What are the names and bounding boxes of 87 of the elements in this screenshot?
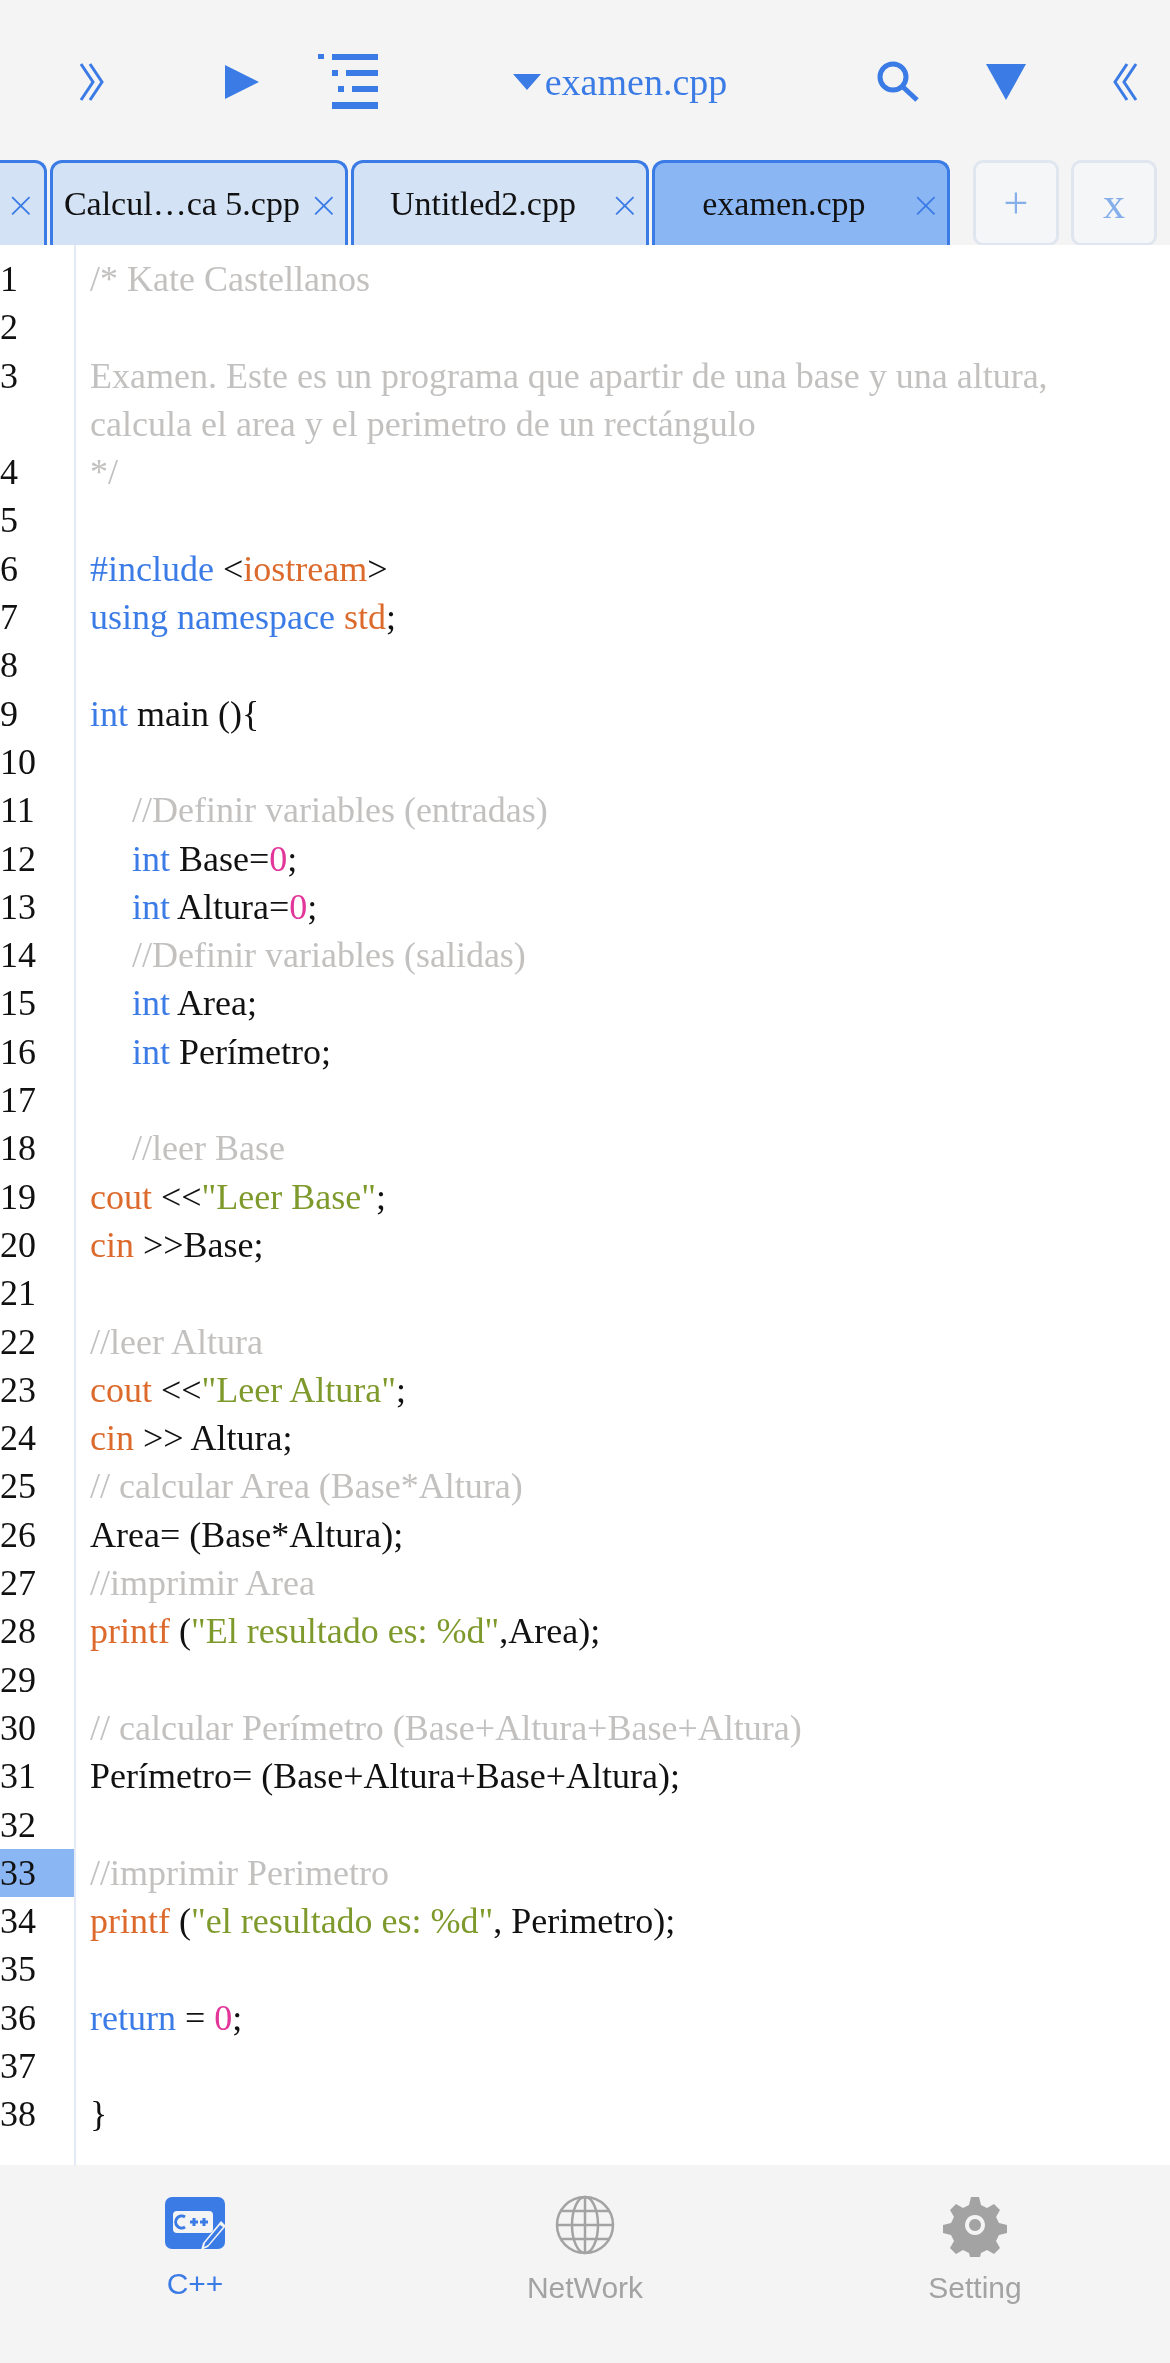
line-number: 14 [0, 934, 37, 978]
code-line: Perímetro= (Base+Altura+Base+Altura); [89, 1755, 682, 1799]
code-line: //Definir variables (salidas) [131, 934, 527, 978]
code-line: // calcular Area (Base*Altura) [89, 1465, 524, 1509]
line-number: 17 [0, 1079, 37, 1123]
nav-tab[interactable]: C++ [0, 2193, 390, 2301]
file-tab[interactable]: examen.cpp × [652, 160, 950, 245]
line-number: 34 [0, 1900, 37, 1944]
line-number: 5 [0, 499, 19, 543]
line-number: 15 [0, 982, 37, 1026]
line-number: 9 [0, 692, 19, 736]
search-icon [876, 60, 920, 104]
code-line: } [89, 2093, 109, 2137]
line-number: 30 [0, 1706, 37, 1750]
code-line: /* Kate Castellanos [89, 258, 371, 301]
file-title[interactable]: examen.cpp [470, 60, 770, 104]
line-number: 6 [0, 547, 19, 591]
line-number: 22 [0, 1320, 37, 1364]
line-number: 31 [0, 1755, 37, 1799]
code-line: //leer Altura [89, 1320, 264, 1364]
line-number: 23 [0, 1368, 37, 1412]
file-tab[interactable]: Calcul…ca 5.cpp × [50, 160, 348, 245]
line-number: 7 [0, 596, 19, 640]
line-number: 25 [0, 1465, 37, 1509]
code-line: #include <iostream> [89, 547, 389, 591]
line-number: 2 [0, 306, 19, 350]
close-tab-button[interactable]: × [609, 183, 640, 225]
line-number: 28 [0, 1610, 37, 1654]
code-line: cout <<"Leer Base"; [89, 1175, 387, 1219]
caret-icon [512, 74, 541, 90]
new-tab-button[interactable]: + [973, 160, 1059, 246]
code-line: cin >> Altura; [89, 1417, 294, 1461]
code-line: //leer Base [131, 1127, 286, 1171]
file-tab[interactable]: Untitled2.cpp × [351, 160, 649, 245]
code-line: Examen. Este es un programa que apartir de una base y una altura, calcula el area y el perimetro de un rectángulo [89, 354, 1049, 446]
line-number: 16 [0, 1030, 37, 1074]
line-number: 33 [0, 1848, 74, 1898]
code-line: return = 0; [89, 1996, 244, 2040]
line-number: 24 [0, 1417, 37, 1461]
code-line: //imprimir Area [89, 1562, 316, 1605]
code-line: int Base=0; [131, 837, 299, 881]
globe-icon [553, 2193, 617, 2257]
line-number: 12 [0, 837, 37, 881]
line-number: 11 [0, 789, 36, 833]
close-tab-button[interactable]: × [5, 183, 36, 225]
line-number: 18 [0, 1127, 37, 1171]
line-number: 8 [0, 644, 19, 688]
code-line: int main (){ [89, 692, 261, 736]
code-line: */ [89, 451, 119, 495]
line-number: 10 [0, 740, 37, 784]
close-tab-button[interactable]: × [910, 183, 941, 225]
play-icon [223, 63, 261, 101]
code-line: // calcular Perímetro (Base+Altura+Base+Altura) [89, 1706, 803, 1750]
code-line: cin >>Base; [89, 1223, 265, 1267]
list-icon [318, 54, 378, 110]
code-line: using namespace std; [89, 596, 397, 640]
line-number: 4 [0, 451, 19, 495]
line-number: 1 [0, 258, 19, 301]
code-line: //Definir variables (entradas) [131, 789, 549, 833]
file-tab[interactable]: × [0, 160, 47, 245]
close-all-button[interactable]: x [1071, 160, 1157, 246]
line-number: 3 [0, 354, 19, 398]
line-number: 38 [0, 2093, 37, 2137]
line-number: 20 [0, 1223, 37, 1267]
code-line: Area= (Base*Altura); [89, 1513, 405, 1557]
close-tab-button[interactable]: × [308, 183, 339, 225]
nav-tab[interactable]: Setting [780, 2193, 1170, 2305]
code-line: //imprimir Perimetro [89, 1851, 390, 1895]
line-number: 13 [0, 885, 37, 929]
line-number: 29 [0, 1658, 37, 1702]
line-number: 21 [0, 1272, 37, 1316]
line-number: 19 [0, 1175, 37, 1219]
triangle-down-icon [986, 64, 1026, 100]
line-number: 37 [0, 2045, 37, 2088]
line-number: 32 [0, 1803, 37, 1847]
code-line: cout <<"Leer Altura"; [89, 1368, 407, 1412]
line-number: 36 [0, 1996, 37, 2040]
code-line: printf ("El resultado es: %d",Area); [89, 1610, 602, 1654]
code-line: int Area; [131, 982, 258, 1026]
line-number: 35 [0, 1948, 37, 1992]
outline-button[interactable] [318, 52, 378, 112]
code-line: int Perímetro; [131, 1030, 332, 1074]
line-number: 27 [0, 1562, 37, 1605]
code-line: int Altura=0; [131, 885, 319, 929]
nav-tab[interactable]: NetWork [390, 2193, 780, 2305]
code-line: printf ("el resultado es: %d", Perimetro); [89, 1900, 677, 1944]
line-number: 26 [0, 1513, 37, 1557]
